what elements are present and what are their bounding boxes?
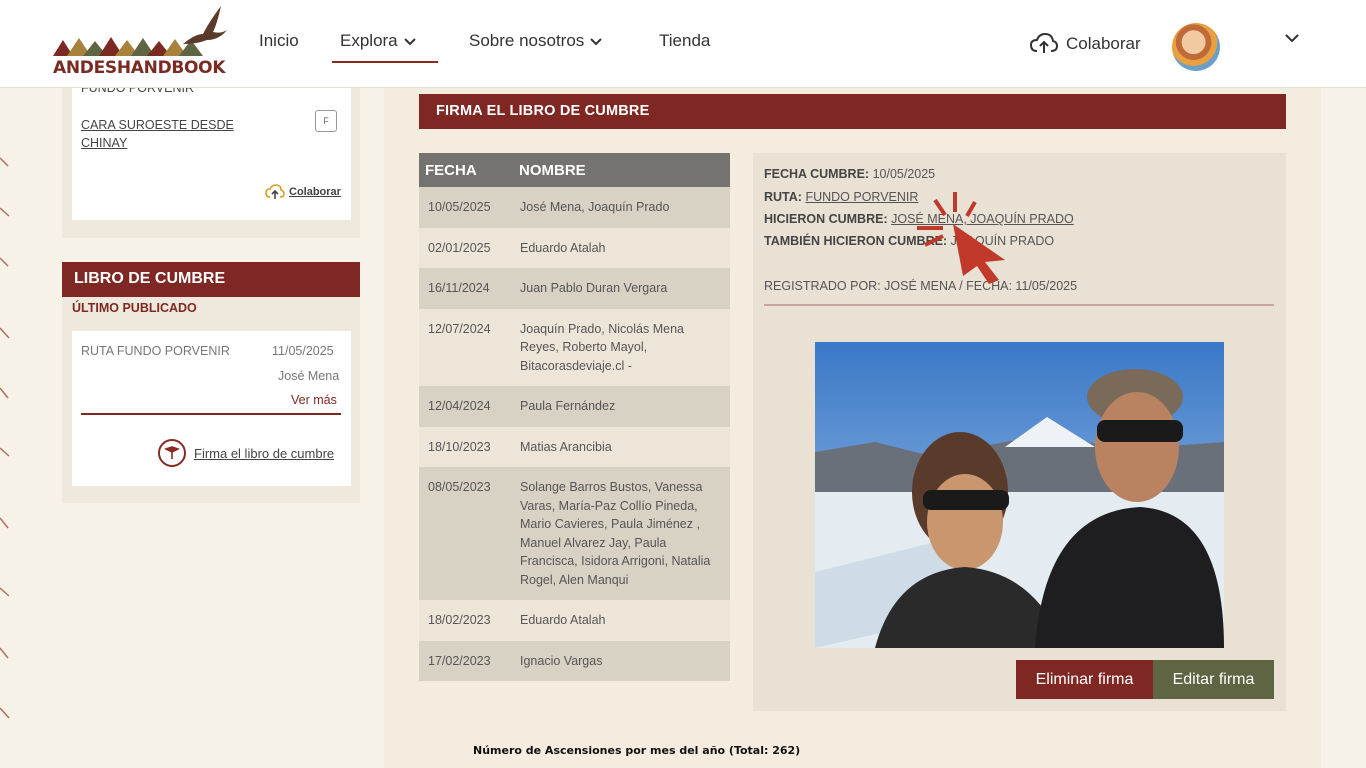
row-name: José Mena, Joaquín Prado xyxy=(520,200,670,214)
detail-hicieron: HICIERON CUMBRE: JOSÉ MENA, JOAQUÍN PRAD… xyxy=(764,212,1074,226)
chevron-down-icon xyxy=(590,37,603,45)
detail-registrado: REGISTRADO POR: JOSÉ MENA / FECHA: 11/05… xyxy=(764,279,1078,293)
routes-card: FUNDO PORVENIR CARA SUROESTE DESDE CHINA… xyxy=(72,81,351,220)
ultimo-publicado-label: ÚLTIMO PUBLICADO xyxy=(72,301,197,315)
section-title: FIRMA EL LIBRO DE CUMBRE xyxy=(419,94,1286,129)
detail-tambien-label: TAMBIÉN HICIERON CUMBRE: xyxy=(764,234,948,248)
row-date: 12/07/2024 xyxy=(428,321,491,336)
detail-fecha-label: FECHA CUMBRE: xyxy=(764,167,870,181)
libro-cumbre-title: LIBRO DE CUMBRE xyxy=(62,262,360,297)
table-row[interactable]: 08/05/2023 Solange Barros Bustos, Vanessa… xyxy=(419,467,730,600)
nav-sobre-nosotros[interactable]: Sobre nosotros xyxy=(469,31,603,51)
site-logo[interactable]: ANDESHANDBOOK xyxy=(53,6,228,80)
decorative-border xyxy=(0,157,10,719)
logo-text: ANDESHANDBOOK xyxy=(53,58,226,78)
colaborar-small-link[interactable]: Colaborar xyxy=(265,184,341,200)
libro-entry-date: 11/05/2025 xyxy=(272,344,334,358)
detail-ruta-label: RUTA: xyxy=(764,190,802,204)
nav-explora[interactable]: Explora xyxy=(332,31,438,63)
colaborar-small-label: Colaborar xyxy=(289,186,341,198)
chart-title: Número de Ascensiones por mes del año (T… xyxy=(473,744,801,757)
cloud-upload-icon xyxy=(265,184,285,199)
table-row[interactable]: 17/02/2023 Ignacio Vargas xyxy=(419,640,730,681)
user-avatar[interactable] xyxy=(1172,23,1220,71)
detail-tambien-value: JOAQUÍN PRADO xyxy=(950,234,1055,248)
table-header: FECHA NOMBRE xyxy=(419,153,730,187)
eliminar-firma-button[interactable]: Eliminar firma xyxy=(1016,660,1153,699)
divider xyxy=(81,413,341,415)
cloud-upload-icon xyxy=(1030,33,1058,53)
libro-entry-name: José Mena xyxy=(278,369,340,383)
detail-fecha: FECHA CUMBRE: 10/05/2025 xyxy=(764,167,935,181)
row-date: 18/10/2023 xyxy=(428,439,491,454)
table-row[interactable]: 12/04/2024 Paula Fernández xyxy=(419,386,730,427)
row-name: Ignacio Vargas xyxy=(520,653,603,668)
colaborar-button[interactable]: Colaborar xyxy=(1030,33,1141,55)
column-header-nombre: NOMBRE xyxy=(519,161,586,179)
table-row[interactable]: 02/01/2025 Eduardo Atalah xyxy=(419,227,730,268)
editar-firma-button[interactable]: Editar firma xyxy=(1153,660,1274,699)
table-row[interactable]: 10/05/2025 José Mena, Joaquín Prado xyxy=(419,187,730,228)
table-row[interactable]: 12/07/2024 Joaquín Prado, Nicolás Mena Re… xyxy=(419,308,730,386)
row-date: 10/05/2025 xyxy=(428,200,491,214)
route-link-cara-suroeste[interactable]: CARA SUROESTE DESDE CHINAY xyxy=(81,116,251,152)
detail-fecha-value: 10/05/2025 xyxy=(872,167,936,181)
colaborar-label: Colaborar xyxy=(1066,34,1141,53)
detail-hicieron-links[interactable]: JOSÉ MENA, JOAQUÍN PRADO xyxy=(891,212,1074,226)
nav-inicio-label: Inicio xyxy=(259,31,299,50)
libro-entry-route: RUTA FUNDO PORVENIR xyxy=(81,344,230,358)
row-date: 02/01/2025 xyxy=(428,240,491,255)
user-menu-chevron-icon[interactable] xyxy=(1285,34,1299,43)
firma-libro-link[interactable]: Firma el libro de cumbre xyxy=(158,439,334,467)
row-name: Joaquín Prado, Nicolás Mena Reyes, Rober… xyxy=(520,321,684,373)
detail-ruta-link[interactable]: FUNDO PORVENIR xyxy=(805,190,918,204)
row-name: Matias Arancibia xyxy=(520,439,612,454)
row-name: Juan Pablo Duran Vergara xyxy=(520,281,668,295)
divider xyxy=(764,304,1274,306)
summit-book-icon xyxy=(158,439,186,467)
table-row[interactable]: 16/11/2024 Juan Pablo Duran Vergara xyxy=(419,268,730,309)
ver-mas-link[interactable]: Ver más xyxy=(291,393,337,407)
row-name: Paula Fernández xyxy=(520,399,616,413)
row-name: Eduardo Atalah xyxy=(520,613,606,627)
nav-tienda-label: Tienda xyxy=(659,31,711,50)
route-grade-badge: F xyxy=(315,110,337,132)
detail-tambien: TAMBIÉN HICIERON CUMBRE: JOAQUÍN PRADO xyxy=(764,234,1054,248)
nav-explora-label: Explora xyxy=(340,31,398,50)
row-date: 17/02/2023 xyxy=(428,653,491,668)
row-date: 18/02/2023 xyxy=(428,613,491,627)
row-date: 08/05/2023 xyxy=(428,480,491,494)
nav-sobre-label: Sobre nosotros xyxy=(469,31,585,50)
table-row[interactable]: 18/10/2023 Matias Arancibia xyxy=(419,426,730,467)
condor-icon xyxy=(183,6,227,44)
nav-tienda[interactable]: Tienda xyxy=(659,31,710,51)
firma-libro-label: Firma el libro de cumbre xyxy=(194,445,335,461)
site-header: ANDESHANDBOOK Inicio Explora Sobre nosot… xyxy=(0,0,1366,88)
nav-inicio[interactable]: Inicio xyxy=(259,31,299,51)
row-date: 16/11/2024 xyxy=(428,281,490,295)
detail-hicieron-label: HICIERON CUMBRE: xyxy=(764,212,888,226)
table-row[interactable]: 18/02/2023 Eduardo Atalah xyxy=(419,600,730,641)
row-date: 12/04/2024 xyxy=(428,399,491,413)
row-name: Solange Barros Bustos, Vanessa Varas, Ma… xyxy=(520,480,711,587)
signatures-table: FECHA NOMBRE 10/05/2025 José Mena, Joaquí… xyxy=(419,153,730,681)
row-name: Eduardo Atalah xyxy=(520,240,606,255)
summit-photo[interactable] xyxy=(815,342,1224,648)
chevron-down-icon xyxy=(403,37,416,45)
column-header-fecha: FECHA xyxy=(425,161,477,179)
detail-ruta: RUTA: FUNDO PORVENIR xyxy=(764,190,918,204)
